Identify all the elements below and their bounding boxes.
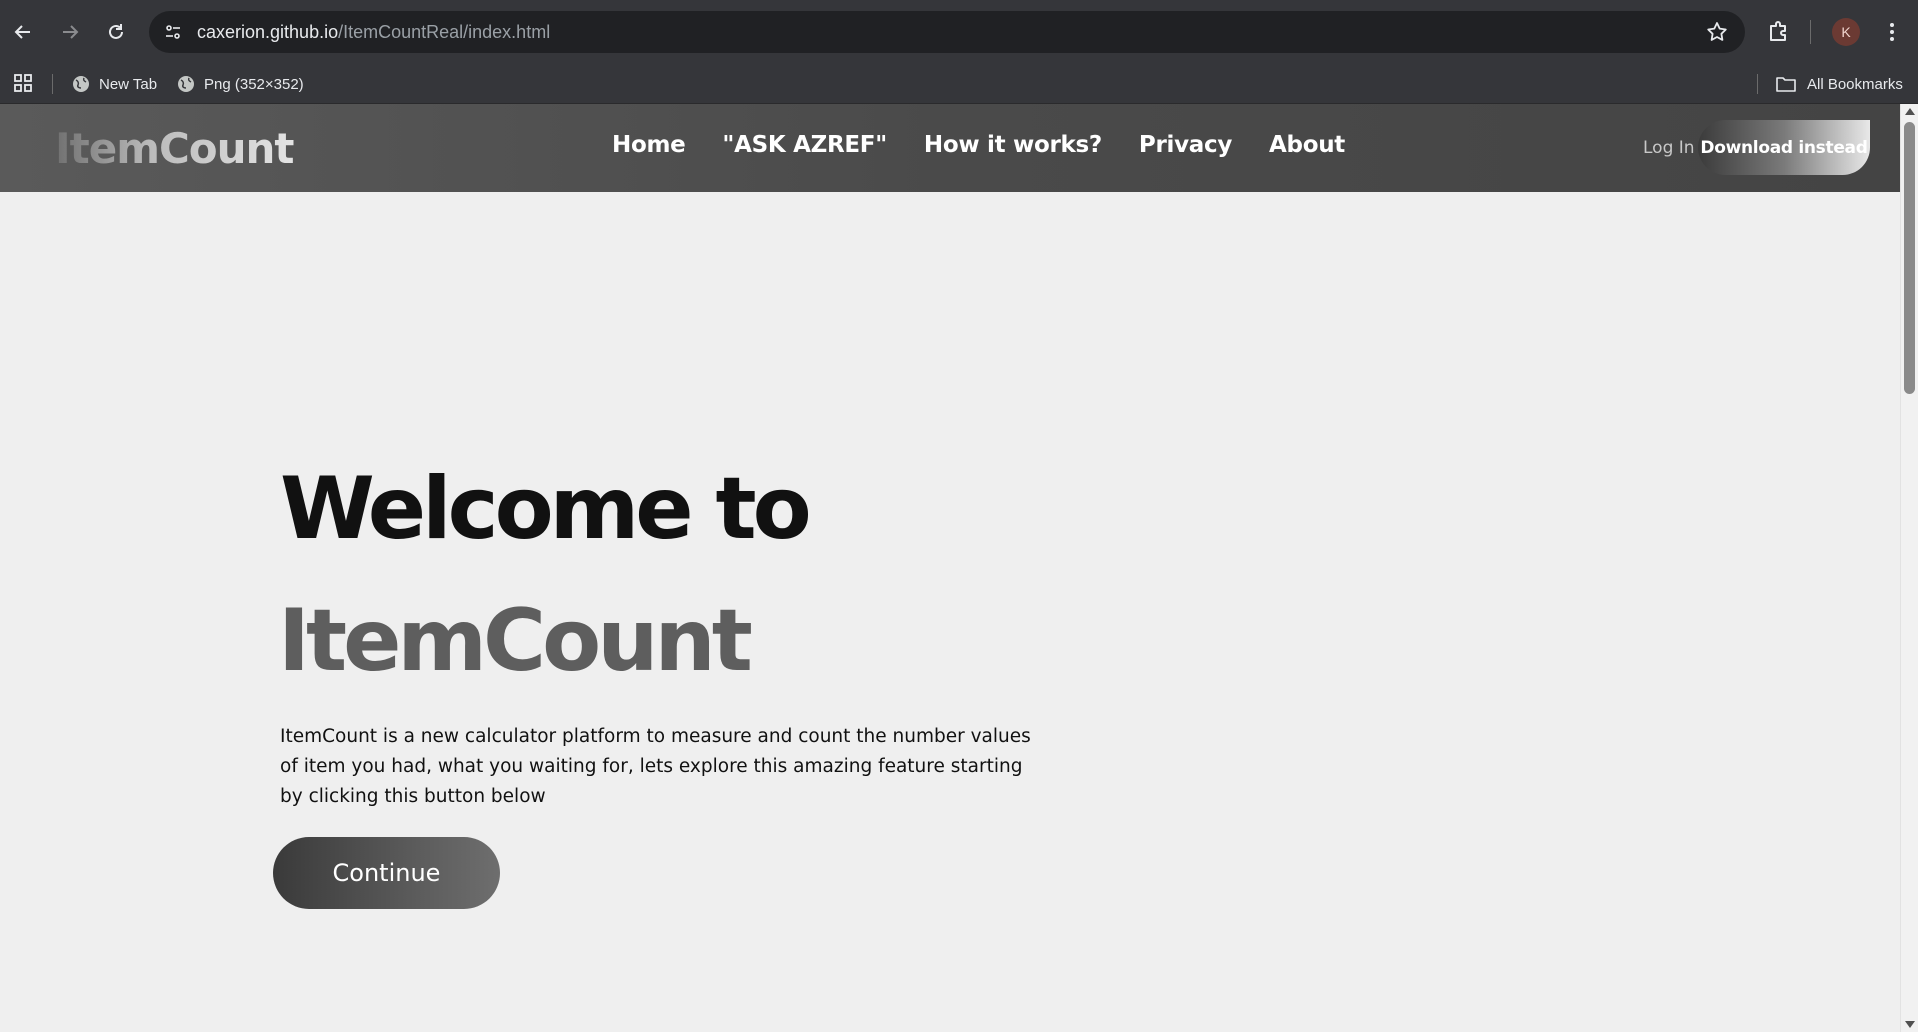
bookmark-star-icon[interactable] <box>1705 20 1729 44</box>
address-bar[interactable]: caxerion.github.io/ItemCountReal/index.h… <box>149 11 1745 53</box>
login-link[interactable]: Log In <box>1643 138 1695 158</box>
nav-how-it-works[interactable]: How it works? <box>924 132 1102 158</box>
site-info-icon[interactable] <box>161 20 185 44</box>
bookmarks-divider <box>1757 74 1758 94</box>
back-button[interactable] <box>5 14 41 50</box>
globe-icon <box>178 76 194 92</box>
all-bookmarks-button[interactable]: All Bookmarks <box>1775 71 1903 97</box>
nav-privacy[interactable]: Privacy <box>1139 132 1232 158</box>
bookmarks-bar: New Tab Png (352×352) All Bookmarks <box>0 64 1918 104</box>
reload-icon <box>109 24 123 39</box>
download-button[interactable]: Download instead <box>1698 120 1870 175</box>
folder-icon <box>1776 77 1796 92</box>
bookmark-label: New Tab <box>99 75 158 93</box>
url-path: /ItemCountReal/index.html <box>338 21 551 42</box>
site-header: ItemCount Home "ASK AZREF" How it works?… <box>0 104 1900 192</box>
scrollbar-thumb[interactable] <box>1904 122 1915 394</box>
hero-title-line1: Welcome to <box>280 459 812 559</box>
nav-ask-azref[interactable]: "ASK AZREF" <box>722 132 887 158</box>
scroll-up-arrow-icon[interactable] <box>1905 108 1915 115</box>
continue-button[interactable]: Continue <box>273 837 500 909</box>
web-page: ItemCount Home "ASK AZREF" How it works?… <box>0 104 1900 1032</box>
forward-button[interactable] <box>52 14 88 50</box>
extensions-icon[interactable] <box>1763 16 1795 48</box>
site-nav: Home "ASK AZREF" How it works? Privacy A… <box>612 132 1382 158</box>
back-arrow-icon <box>14 25 30 39</box>
more-menu-icon[interactable] <box>1880 16 1904 48</box>
hero-title-line2: ItemCount <box>278 591 753 691</box>
bookmark-new-tab[interactable]: New Tab <box>72 71 157 97</box>
globe-icon <box>73 76 89 92</box>
bookmarks-divider <box>52 74 53 94</box>
nav-about[interactable]: About <box>1269 132 1345 158</box>
page-scrollbar[interactable] <box>1900 104 1918 1032</box>
forward-arrow-icon <box>63 25 79 39</box>
apps-grid-icon[interactable] <box>12 72 34 94</box>
browser-toolbar: caxerion.github.io/ItemCountReal/index.h… <box>0 0 1918 64</box>
bookmark-label: Png (352×352) <box>204 75 304 93</box>
nav-home[interactable]: Home <box>612 132 686 158</box>
site-logo[interactable]: ItemCount <box>55 124 295 173</box>
scroll-down-arrow-icon[interactable] <box>1905 1021 1915 1028</box>
toolbar-divider <box>1810 20 1811 44</box>
url-text: caxerion.github.io/ItemCountReal/index.h… <box>197 22 550 43</box>
reload-button[interactable] <box>98 14 134 50</box>
url-host: caxerion.github.io <box>197 21 339 42</box>
hero-description: ItemCount is a new calculator platform t… <box>280 726 1031 807</box>
all-bookmarks-label: All Bookmarks <box>1807 75 1903 93</box>
profile-avatar[interactable]: K <box>1832 18 1860 46</box>
bookmark-png[interactable]: Png (352×352) <box>177 71 304 97</box>
